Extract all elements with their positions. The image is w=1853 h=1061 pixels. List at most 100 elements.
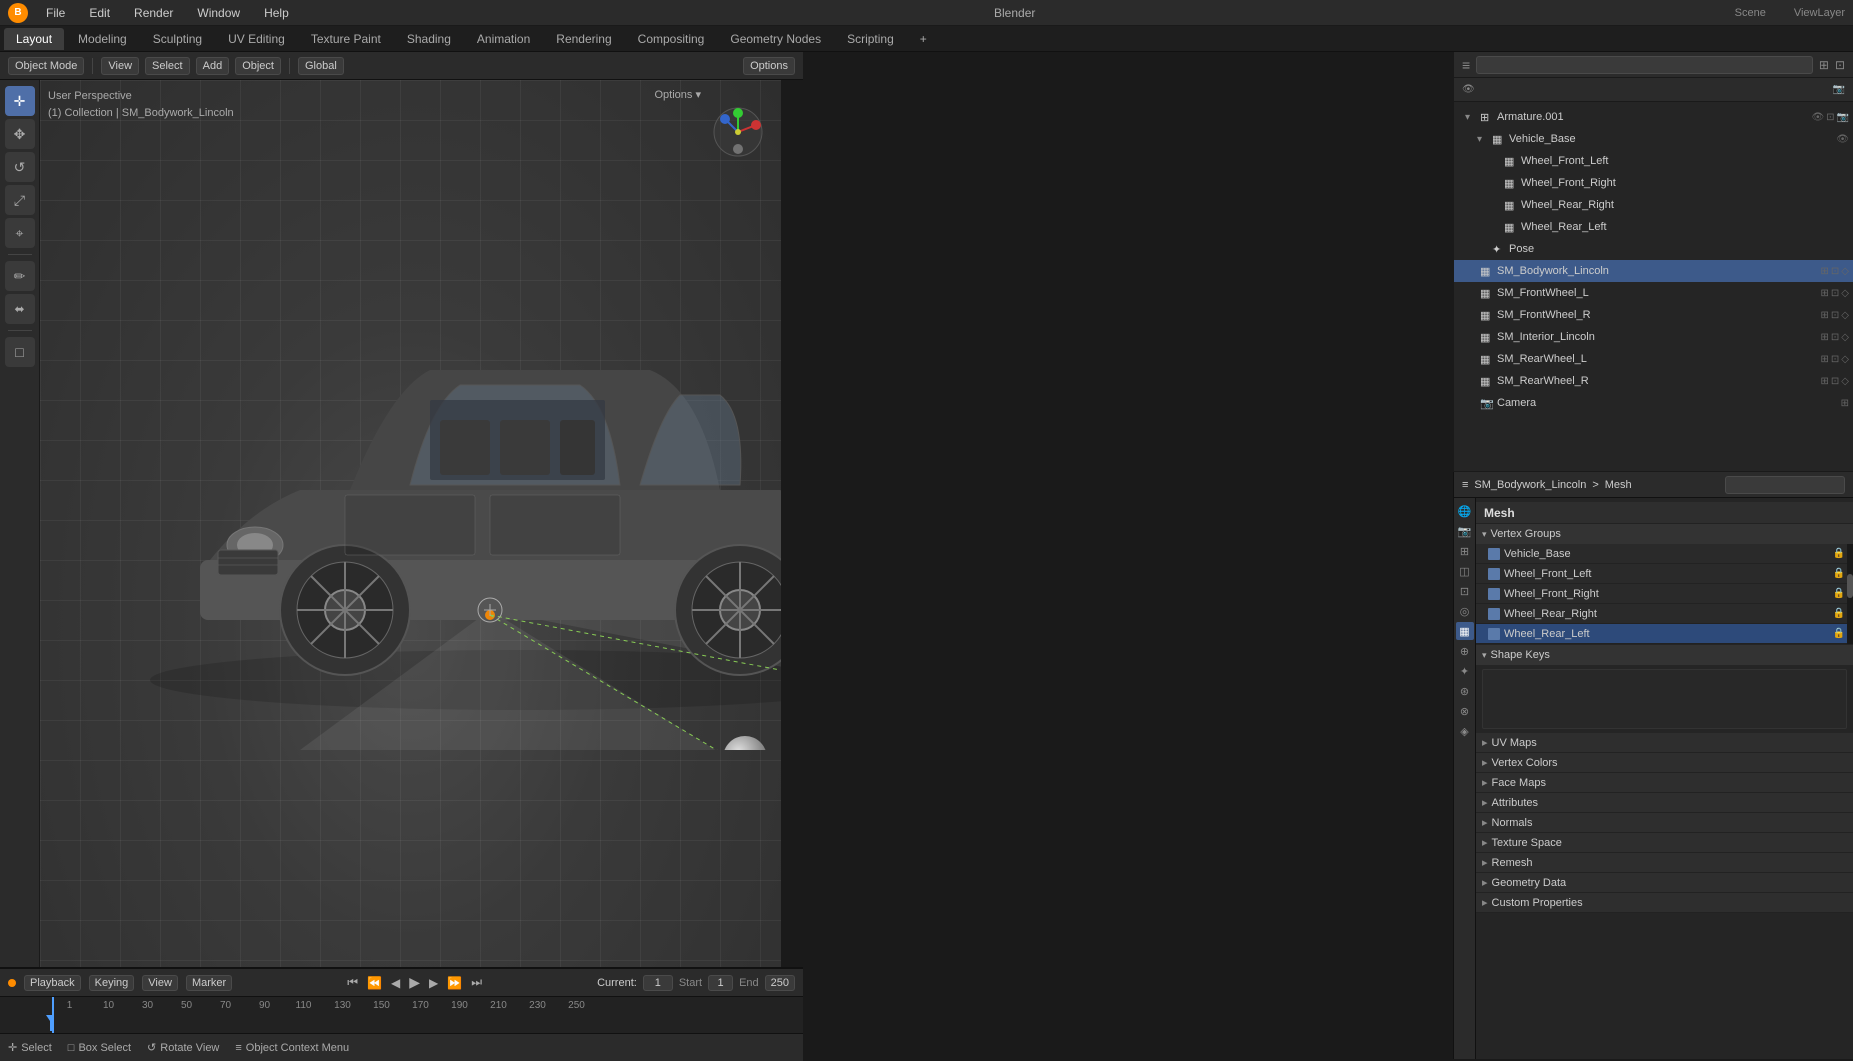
bw-icon3[interactable]: ◇ xyxy=(1841,266,1849,277)
tree-item-wheel-rr[interactable]: ▦ Wheel_Rear_Right xyxy=(1454,194,1853,216)
props-scene2-icon[interactable]: ⊡ xyxy=(1456,582,1474,600)
props-particles-icon[interactable]: ✦ xyxy=(1456,662,1474,680)
armature-render-icon[interactable]: 📷 xyxy=(1837,112,1849,123)
tab-rendering[interactable]: Rendering xyxy=(544,28,623,50)
tab-layout[interactable]: Layout xyxy=(4,28,64,50)
rotate-view-footer-item[interactable]: ↺ Rotate View xyxy=(147,1041,219,1054)
properties-search-input[interactable] xyxy=(1725,476,1845,494)
tab-add[interactable]: + xyxy=(908,28,939,50)
tab-animation[interactable]: Animation xyxy=(465,28,542,50)
view-timeline-menu[interactable]: View xyxy=(142,975,178,991)
options-button[interactable]: Options xyxy=(743,57,795,75)
tree-arrow-vehicle-base[interactable]: ▾ xyxy=(1477,134,1489,145)
mode-selector[interactable]: Object Mode xyxy=(8,57,84,75)
tree-arrow-armature[interactable]: ▾ xyxy=(1465,112,1477,123)
tab-texture-paint[interactable]: Texture Paint xyxy=(299,28,393,50)
tree-item-fw-r[interactable]: ▦ SM_FrontWheel_R ⊞ ⊡ ◇ xyxy=(1454,304,1853,326)
vertex-groups-header[interactable]: ▾ Vertex Groups xyxy=(1476,524,1853,544)
rwl-icon2[interactable]: ⊡ xyxy=(1831,354,1839,365)
add-menu[interactable]: Add xyxy=(196,57,230,75)
marker-menu[interactable]: Marker xyxy=(186,975,232,991)
tree-item-camera[interactable]: 📷 Camera ⊞ xyxy=(1454,392,1853,414)
vb-vis-icon[interactable]: 👁 xyxy=(1836,134,1849,145)
int-icon1[interactable]: ⊞ xyxy=(1821,332,1829,343)
bw-icon1[interactable]: ⊞ xyxy=(1821,266,1829,277)
tab-shading[interactable]: Shading xyxy=(395,28,463,50)
tab-sculpting[interactable]: Sculpting xyxy=(141,28,214,50)
measure-tool[interactable]: ⬌ xyxy=(5,294,35,324)
transform-tool[interactable]: ⌖ xyxy=(5,218,35,248)
props-output-icon[interactable]: ⊞ xyxy=(1456,542,1474,560)
armature-sel-icon[interactable]: ⊡ xyxy=(1826,112,1834,123)
playback-menu[interactable]: Playback xyxy=(24,975,81,991)
vg-actions-4[interactable]: 🔒 xyxy=(1833,628,1845,639)
menu-window[interactable]: Window xyxy=(191,4,246,22)
remesh-section[interactable]: ▸ Remesh xyxy=(1476,853,1853,873)
props-render-icon[interactable]: 📷 xyxy=(1456,522,1474,540)
vg-actions-3[interactable]: 🔒 xyxy=(1833,608,1845,619)
uv-maps-section[interactable]: ▸ UV Maps xyxy=(1476,733,1853,753)
tree-item-armature[interactable]: ▾ ⊞ Armature.001 👁 ⊡ 📷 xyxy=(1454,106,1853,128)
vg-wheel-fl[interactable]: Wheel_Front_Left 🔒 xyxy=(1476,564,1853,584)
menu-render[interactable]: Render xyxy=(128,4,179,22)
geometry-data-section[interactable]: ▸ Geometry Data xyxy=(1476,873,1853,893)
current-frame-field[interactable]: 1 xyxy=(643,975,673,991)
tab-scripting[interactable]: Scripting xyxy=(835,28,906,50)
jump-start-btn[interactable]: ⏮ xyxy=(344,975,361,990)
timeline-ruler[interactable]: 1 10 30 50 70 90 110 130 150 170 190 210… xyxy=(0,997,803,1033)
vg-vehicle-base[interactable]: Vehicle_Base 🔒 xyxy=(1476,544,1853,564)
rwr-icon3[interactable]: ◇ xyxy=(1841,376,1849,387)
tab-uv-editing[interactable]: UV Editing xyxy=(216,28,297,50)
int-icon3[interactable]: ◇ xyxy=(1841,332,1849,343)
tree-item-wheel-rl[interactable]: ▦ Wheel_Rear_Left xyxy=(1454,216,1853,238)
int-icon2[interactable]: ⊡ xyxy=(1831,332,1839,343)
annotate-tool[interactable]: ✏ xyxy=(5,261,35,291)
tree-item-pose[interactable]: ✦ Pose xyxy=(1454,238,1853,260)
vertex-colors-section[interactable]: ▸ Vertex Colors xyxy=(1476,753,1853,773)
viewport-options-btn[interactable]: Options ▾ xyxy=(655,88,702,101)
scale-tool[interactable]: ⤢ xyxy=(5,185,35,215)
tree-item-fw-l[interactable]: ▦ SM_FrontWheel_L ⊞ ⊡ ◇ xyxy=(1454,282,1853,304)
vg-actions-1[interactable]: 🔒 xyxy=(1833,568,1845,579)
props-object-icon[interactable]: ▦ xyxy=(1456,622,1474,640)
tab-compositing[interactable]: Compositing xyxy=(626,28,717,50)
vg-actions-0[interactable]: 🔒 xyxy=(1833,548,1845,559)
tab-geometry-nodes[interactable]: Geometry Nodes xyxy=(718,28,833,50)
rwr-icon2[interactable]: ⊡ xyxy=(1831,376,1839,387)
box-select-footer-item[interactable]: □ Box Select xyxy=(68,1042,131,1054)
custom-properties-section[interactable]: ▸ Custom Properties xyxy=(1476,893,1853,913)
start-frame-field[interactable]: 1 xyxy=(708,975,733,991)
tree-item-rw-l[interactable]: ▦ SM_RearWheel_L ⊞ ⊡ ◇ xyxy=(1454,348,1853,370)
fwr-icon2[interactable]: ⊡ xyxy=(1831,310,1839,321)
outliner-filter-icon[interactable]: ⊞ xyxy=(1819,58,1829,72)
tree-item-rw-r[interactable]: ▦ SM_RearWheel_R ⊞ ⊡ ◇ xyxy=(1454,370,1853,392)
props-constraints-icon[interactable]: ⊗ xyxy=(1456,702,1474,720)
cam-icon1[interactable]: ⊞ xyxy=(1841,398,1849,409)
vg-wheel-rl[interactable]: Wheel_Rear_Left 🔒 xyxy=(1476,624,1853,644)
add-cube-tool[interactable]: □ xyxy=(5,337,35,367)
rwl-icon3[interactable]: ◇ xyxy=(1841,354,1849,365)
fwl-icon1[interactable]: ⊞ xyxy=(1821,288,1829,299)
props-scene-icon[interactable]: 🌐 xyxy=(1456,502,1474,520)
end-frame-field[interactable]: 250 xyxy=(765,975,795,991)
tree-item-wheel-fl[interactable]: ▦ Wheel_Front_Left xyxy=(1454,150,1853,172)
rwl-icon1[interactable]: ⊞ xyxy=(1821,354,1829,365)
menu-file[interactable]: File xyxy=(40,4,71,22)
fwr-icon3[interactable]: ◇ xyxy=(1841,310,1849,321)
tab-modeling[interactable]: Modeling xyxy=(66,28,139,50)
shape-keys-header[interactable]: ▾ Shape Keys xyxy=(1476,645,1853,665)
fwl-icon3[interactable]: ◇ xyxy=(1841,288,1849,299)
jump-end-btn[interactable]: ⏭ xyxy=(468,975,485,990)
prev-keyframe-btn[interactable]: ⏪ xyxy=(364,976,385,990)
rwr-icon1[interactable]: ⊞ xyxy=(1821,376,1829,387)
outliner-search-input[interactable] xyxy=(1476,56,1813,74)
viewport[interactable]: User Perspective (1) Collection | SM_Bod… xyxy=(40,80,781,999)
prev-frame-btn[interactable]: ◀ xyxy=(388,976,403,990)
vg-wheel-fr[interactable]: Wheel_Front_Right 🔒 xyxy=(1476,584,1853,604)
fwr-icon1[interactable]: ⊞ xyxy=(1821,310,1829,321)
normals-section[interactable]: ▸ Normals xyxy=(1476,813,1853,833)
fwl-icon2[interactable]: ⊡ xyxy=(1831,288,1839,299)
select-footer-item[interactable]: ✛ Select xyxy=(8,1041,52,1054)
attributes-section[interactable]: ▸ Attributes xyxy=(1476,793,1853,813)
vg-actions-2[interactable]: 🔒 xyxy=(1833,588,1845,599)
